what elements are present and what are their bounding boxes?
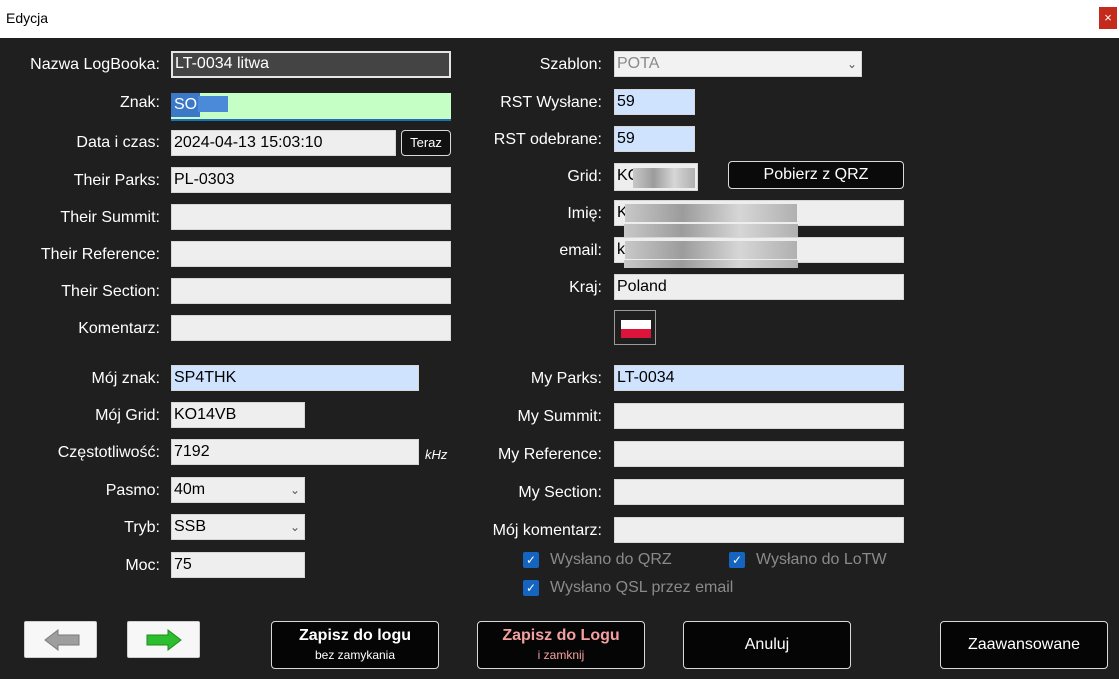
close-button[interactable]: × xyxy=(1099,7,1117,29)
call-label: Znak: xyxy=(119,94,160,111)
their-reference-field[interactable] xyxy=(171,241,451,267)
save-no-close-subtitle: bez zamykania xyxy=(314,648,396,662)
template-select[interactable]: POTA ⌄ xyxy=(614,51,862,77)
datetime-label: Data i czas: xyxy=(76,134,160,151)
country-flag xyxy=(614,310,656,345)
sent-qrz-checkbox[interactable]: ✓ xyxy=(523,552,539,568)
previous-button[interactable] xyxy=(24,621,97,658)
save-and-close-button[interactable]: Zapisz do Logu i zamknij xyxy=(477,621,645,669)
grid-label: Grid: xyxy=(567,168,602,185)
rst-sent-field[interactable]: 59 xyxy=(614,89,695,115)
arrow-left-icon xyxy=(44,628,80,652)
call-field[interactable]: SO xyxy=(171,93,451,121)
their-section-label: Their Section: xyxy=(61,283,160,300)
my-reference-field[interactable] xyxy=(614,441,904,467)
rst-rcvd-label: RST odebrane: xyxy=(493,131,602,148)
power-label: Moc: xyxy=(125,557,160,574)
chevron-down-icon: ⌄ xyxy=(846,57,857,71)
band-value: 40m xyxy=(174,481,206,498)
their-reference-label: Their Reference: xyxy=(40,246,160,263)
chevron-down-icon: ⌄ xyxy=(289,520,300,534)
my-summit-field[interactable] xyxy=(614,403,904,429)
sent-qrz-label: Wysłano do QRZ xyxy=(550,551,672,568)
frequency-field[interactable]: 7192 xyxy=(171,439,419,465)
save-and-close-title: Zapisz do Logu xyxy=(502,627,620,644)
comment-label: Komentarz: xyxy=(78,320,160,337)
title-bar: Edycja × xyxy=(0,0,1119,38)
logbook-field[interactable]: LT-0034 litwa xyxy=(171,51,451,78)
next-button[interactable] xyxy=(127,621,200,658)
country-field[interactable]: Poland xyxy=(614,274,904,300)
my-grid-label: Mój Grid: xyxy=(95,407,160,424)
advanced-button[interactable]: Zaawansowane xyxy=(940,621,1108,669)
frequency-label: Częstotliwość: xyxy=(57,444,160,461)
my-call-label: Mój znak: xyxy=(91,370,160,387)
my-comment-field[interactable] xyxy=(614,517,904,543)
email-value: k xyxy=(617,241,625,258)
my-grid-field[interactable]: KO14VB xyxy=(171,402,305,428)
country-label: Kraj: xyxy=(569,279,602,296)
edit-form: Nazwa LogBooka: LT-0034 litwa Znak: SO D… xyxy=(0,38,1119,679)
my-section-label: My Section: xyxy=(518,484,602,501)
sent-lotw-checkbox[interactable]: ✓ xyxy=(729,552,745,568)
save-no-close-title: Zapisz do logu xyxy=(299,627,411,644)
my-comment-label: Mój komentarz: xyxy=(492,522,602,539)
band-select[interactable]: 40m ⌄ xyxy=(171,477,305,503)
my-parks-field[interactable]: LT-0034 xyxy=(614,365,904,391)
mode-label: Tryb: xyxy=(124,519,160,536)
rst-sent-label: RST Wysłane: xyxy=(500,94,602,111)
call-field-selected-text: SO xyxy=(171,93,201,117)
my-summit-label: My Summit: xyxy=(517,408,602,425)
redacted-block xyxy=(625,241,797,259)
fetch-qrz-button[interactable]: Pobierz z QRZ xyxy=(728,161,904,189)
grid-field[interactable]: KC xyxy=(614,163,698,191)
cancel-button[interactable]: Anuluj xyxy=(683,621,851,669)
redacted-block xyxy=(624,260,798,268)
flag-red-stripe xyxy=(621,329,651,338)
logbook-label: Nazwa LogBooka: xyxy=(30,56,160,73)
mode-value: SSB xyxy=(174,518,207,535)
flag-white-stripe xyxy=(621,320,651,329)
sent-qsl-email-label: Wysłano QSL przez email xyxy=(550,579,734,596)
arrow-right-icon xyxy=(146,628,182,652)
mode-select[interactable]: SSB ⌄ xyxy=(171,514,305,540)
window-title: Edycja xyxy=(6,10,49,26)
chevron-down-icon: ⌄ xyxy=(289,483,300,497)
redacted-block xyxy=(198,96,228,112)
rst-rcvd-field[interactable]: 59 xyxy=(614,126,695,152)
frequency-unit: kHz xyxy=(425,447,448,462)
save-and-close-subtitle: i zamknij xyxy=(537,648,585,662)
redacted-block xyxy=(624,224,798,238)
name-field[interactable]: K xyxy=(614,200,904,226)
my-parks-label: My Parks: xyxy=(530,370,602,387)
comment-field[interactable] xyxy=(171,315,451,341)
my-section-field[interactable] xyxy=(614,479,904,505)
now-button[interactable]: Teraz xyxy=(401,130,451,156)
name-label: Imię: xyxy=(567,205,602,222)
email-label: email: xyxy=(559,242,602,259)
their-parks-field[interactable]: PL-0303 xyxy=(171,167,451,193)
save-no-close-button[interactable]: Zapisz do logu bez zamykania xyxy=(271,621,439,669)
sent-qsl-email-checkbox[interactable]: ✓ xyxy=(523,580,539,596)
their-summit-field[interactable] xyxy=(171,204,451,230)
my-reference-label: My Reference: xyxy=(497,446,602,463)
power-field[interactable]: 75 xyxy=(171,552,305,578)
band-label: Pasmo: xyxy=(105,482,160,499)
their-parks-label: Their Parks: xyxy=(73,172,160,189)
sent-lotw-label: Wysłano do LoTW xyxy=(756,551,887,568)
redacted-block xyxy=(625,204,797,222)
template-label: Szablon: xyxy=(539,56,602,73)
my-call-field[interactable]: SP4THK xyxy=(171,365,419,391)
redacted-block xyxy=(633,168,695,188)
their-summit-label: Their Summit: xyxy=(60,209,160,226)
datetime-field[interactable]: 2024-04-13 15:03:10 xyxy=(171,130,396,156)
template-value: POTA xyxy=(617,55,660,72)
their-section-field[interactable] xyxy=(171,278,451,304)
